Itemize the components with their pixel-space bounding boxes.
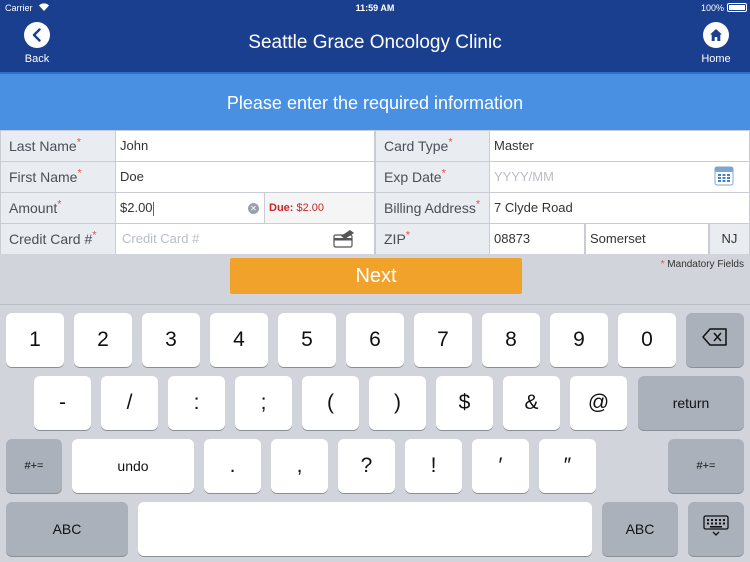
abc-key-right[interactable]: ABC: [602, 502, 678, 556]
key-9[interactable]: 9: [550, 313, 608, 367]
key-hyphen[interactable]: -: [34, 376, 91, 430]
key-2[interactable]: 2: [74, 313, 132, 367]
return-key[interactable]: return: [638, 376, 744, 430]
key-comma[interactable]: ,: [271, 439, 328, 493]
amount-label: Amount*: [1, 193, 115, 223]
text-cursor: [152, 201, 154, 216]
keyboard-hide-icon: [703, 515, 729, 543]
key-prime[interactable]: ′: [472, 439, 529, 493]
key-ampersand[interactable]: &: [503, 376, 560, 430]
amount-input[interactable]: $2.00 ✕: [116, 193, 264, 223]
next-button[interactable]: Next: [230, 258, 522, 294]
space-key[interactable]: [138, 502, 592, 556]
backspace-key[interactable]: [686, 313, 744, 367]
exp-date-input[interactable]: YYYY/MM: [490, 162, 749, 192]
info-banner: Please enter the required information: [0, 72, 750, 130]
symbols-key-left[interactable]: #+=: [6, 439, 62, 493]
backspace-icon: [702, 328, 728, 352]
credit-card-placeholder: Credit Card #: [122, 231, 200, 246]
city-input[interactable]: Somerset: [586, 224, 708, 254]
credit-card-label: Credit Card #*: [1, 224, 115, 254]
home-label: Home: [701, 53, 731, 65]
credit-card-input[interactable]: Credit Card #: [116, 224, 374, 254]
mandatory-fields-note: * Mandatory Fields: [660, 259, 744, 270]
symbols-key-right[interactable]: #+=: [668, 439, 744, 493]
card-type-select[interactable]: Master: [490, 131, 749, 161]
key-exclamation[interactable]: !: [405, 439, 462, 493]
nav-bar: Back Seattle Grace Oncology Clinic Home: [0, 16, 750, 72]
key-7[interactable]: 7: [414, 313, 472, 367]
calendar-icon[interactable]: [714, 166, 734, 186]
amount-value: $2.00: [120, 200, 153, 215]
key-6[interactable]: 6: [346, 313, 404, 367]
abc-key-left[interactable]: ABC: [6, 502, 128, 556]
key-dollar[interactable]: $: [436, 376, 493, 430]
key-0[interactable]: 0: [618, 313, 676, 367]
key-at[interactable]: @: [570, 376, 627, 430]
key-double-prime[interactable]: ″: [539, 439, 596, 493]
card-type-label: Card Type*: [376, 131, 489, 161]
due-amount: Due: $2.00: [265, 193, 374, 223]
exp-date-placeholder: YYYY/MM: [494, 169, 554, 184]
key-close-paren[interactable]: ): [369, 376, 426, 430]
undo-key[interactable]: undo: [72, 439, 194, 493]
zip-input[interactable]: 08873: [490, 224, 584, 254]
key-question[interactable]: ?: [338, 439, 395, 493]
billing-address-label: Billing Address*: [376, 193, 489, 223]
home-button[interactable]: Home: [686, 22, 746, 65]
key-period[interactable]: .: [204, 439, 261, 493]
key-8[interactable]: 8: [482, 313, 540, 367]
clear-icon[interactable]: ✕: [248, 203, 259, 214]
home-icon: [703, 22, 729, 48]
payment-form: Last Name* John Card Type* Master First …: [0, 130, 750, 254]
last-name-label: Last Name*: [1, 131, 115, 161]
status-time: 11:59 AM: [355, 3, 395, 13]
battery-percent: 100%: [700, 3, 724, 13]
battery-icon: [727, 3, 747, 12]
key-1[interactable]: 1: [6, 313, 64, 367]
key-colon[interactable]: :: [168, 376, 225, 430]
page-title: Seattle Grace Oncology Clinic: [248, 32, 502, 53]
key-3[interactable]: 3: [142, 313, 200, 367]
key-semicolon[interactable]: ;: [235, 376, 292, 430]
zip-label: ZIP*: [376, 224, 489, 254]
first-name-label: First Name*: [1, 162, 115, 192]
key-slash[interactable]: /: [101, 376, 158, 430]
status-bar: Carrier 11:59 AM 100%: [0, 0, 750, 16]
last-name-input[interactable]: John: [116, 131, 374, 161]
billing-address-input[interactable]: 7 Clyde Road: [490, 193, 749, 223]
first-name-input[interactable]: Doe: [116, 162, 374, 192]
hide-keyboard-key[interactable]: [688, 502, 744, 556]
back-label: Back: [24, 53, 50, 65]
exp-date-label: Exp Date*: [376, 162, 489, 192]
card-scan-icon[interactable]: [332, 228, 356, 250]
key-open-paren[interactable]: (: [302, 376, 359, 430]
keyboard: 1 2 3 4 5 6 7 8 9 0 - / : ; ( ) $ & @ re…: [0, 304, 750, 562]
state-select[interactable]: NJ: [710, 224, 749, 254]
key-4[interactable]: 4: [210, 313, 268, 367]
screen: Carrier 11:59 AM 100% Back Seattle Grace…: [0, 0, 750, 562]
key-5[interactable]: 5: [278, 313, 336, 367]
